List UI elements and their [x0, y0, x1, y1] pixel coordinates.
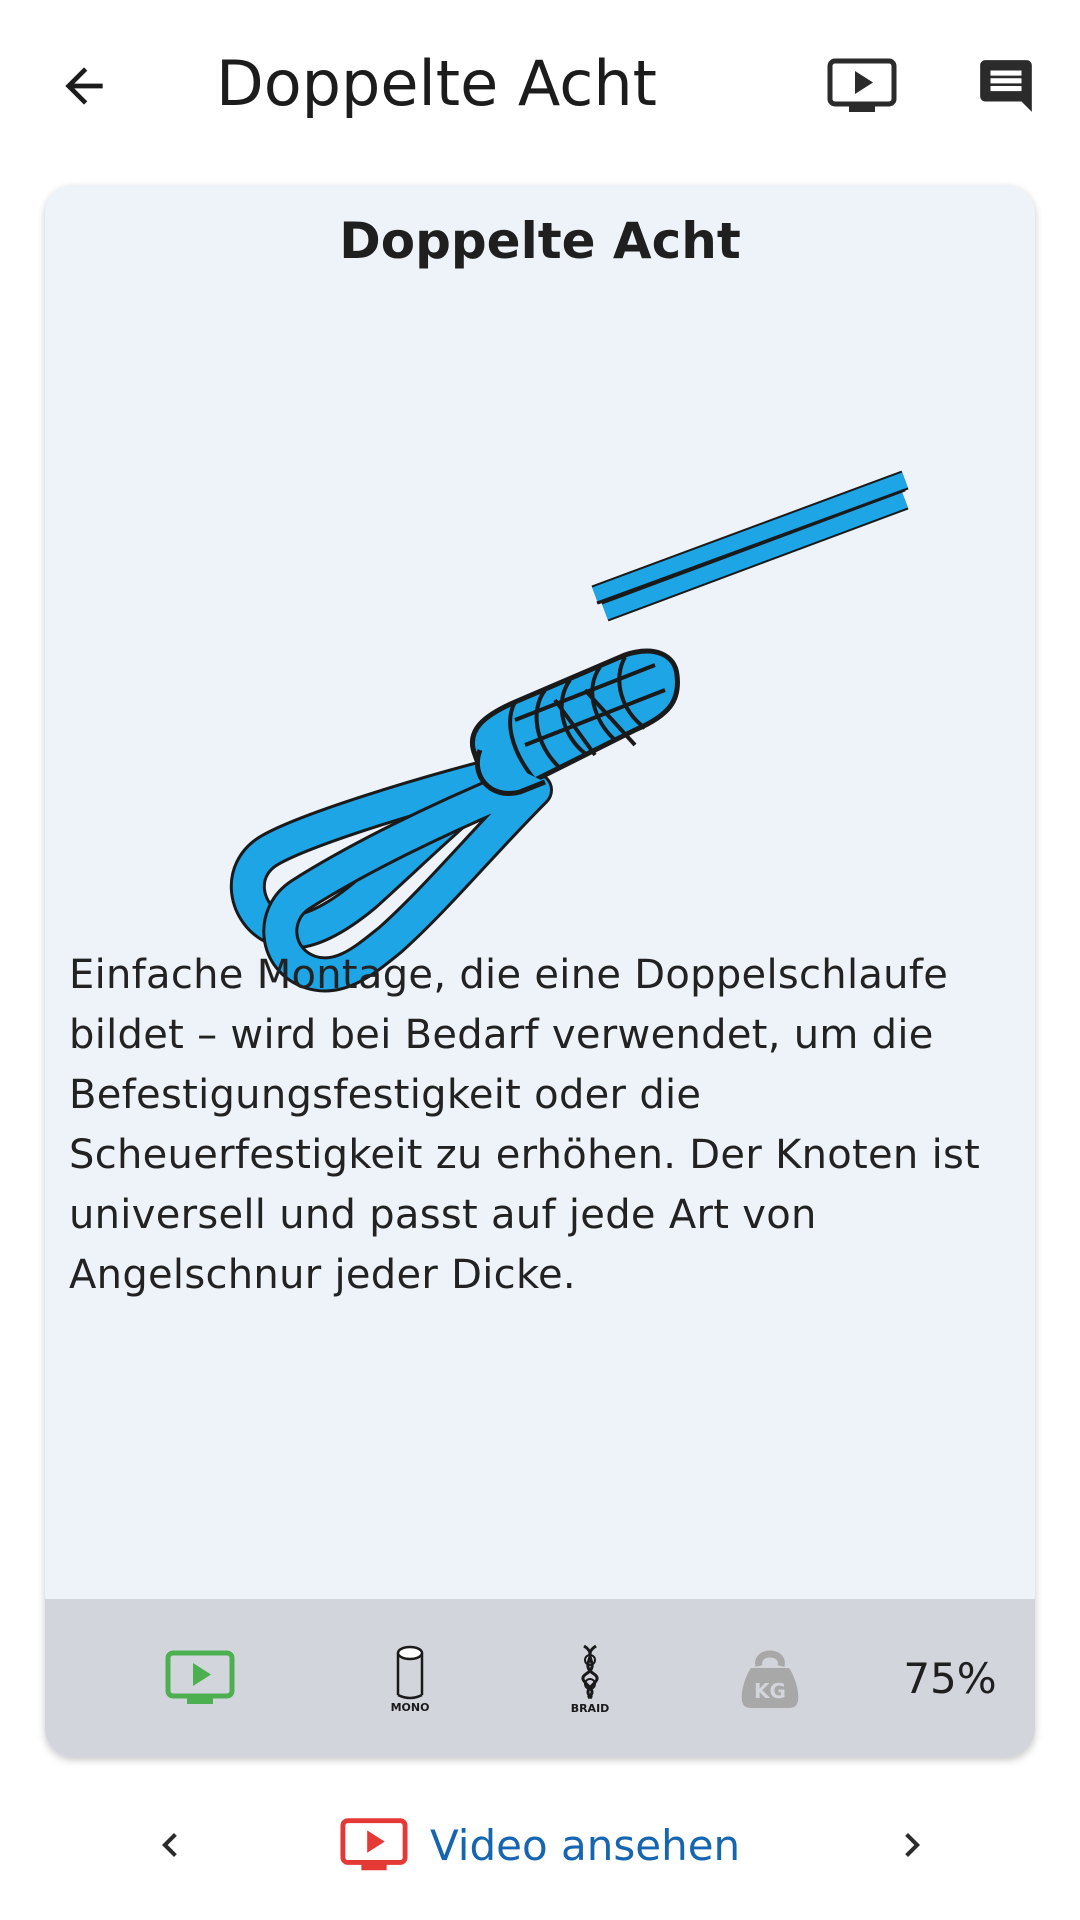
comments-button[interactable] [966, 46, 1046, 126]
video-available-indicator[interactable] [135, 1599, 265, 1757]
app-bar: Doppelte Acht [0, 0, 1080, 170]
tv-play-icon [340, 1818, 408, 1871]
previous-knot-button[interactable] [130, 1805, 210, 1885]
chevron-left-icon [162, 1833, 177, 1857]
watch-video-button[interactable]: Video ansehen [340, 1800, 740, 1890]
next-knot-button[interactable] [872, 1805, 952, 1885]
knot-description: Einfache Montage, die eine Doppelschlauf… [69, 952, 981, 1298]
video-button[interactable] [822, 46, 902, 126]
knot-card: Doppelte Acht Einfache Montage, die eine… [45, 185, 1035, 1757]
card-title: Doppelte Acht [339, 212, 741, 270]
braid-line-icon: BRAID [571, 1644, 610, 1714]
tv-play-icon [827, 58, 897, 112]
mono-label: MONO [391, 1701, 430, 1713]
back-button[interactable] [44, 46, 124, 126]
strength-percent: 75% [903, 1653, 997, 1703]
chevron-right-icon [905, 1833, 920, 1857]
mono-line-indicator: MONO [345, 1599, 475, 1757]
arrow-back-icon [65, 67, 103, 105]
bottom-navigation: Video ansehen [0, 1790, 1080, 1900]
comment-icon [980, 60, 1032, 112]
knot-strength: 75% [885, 1599, 1015, 1757]
card-footer: MONO BRAID KG 75% [45, 1599, 1035, 1757]
braid-line-indicator: BRAID [525, 1599, 655, 1757]
kettlebell-weight-icon: KG [741, 1650, 799, 1708]
weight-label: KG [754, 1679, 786, 1703]
knot-illustration [229, 470, 909, 993]
page: Doppelte Acht Doppelte Acht Einfache Mon… [0, 0, 1080, 1920]
tv-play-icon [165, 1650, 235, 1704]
mono-line-icon: MONO [391, 1645, 430, 1713]
page-title: Doppelte Acht [216, 47, 657, 120]
braid-label: BRAID [571, 1702, 610, 1714]
watch-video-label: Video ansehen [430, 1820, 741, 1870]
weight-indicator: KG [705, 1599, 835, 1757]
